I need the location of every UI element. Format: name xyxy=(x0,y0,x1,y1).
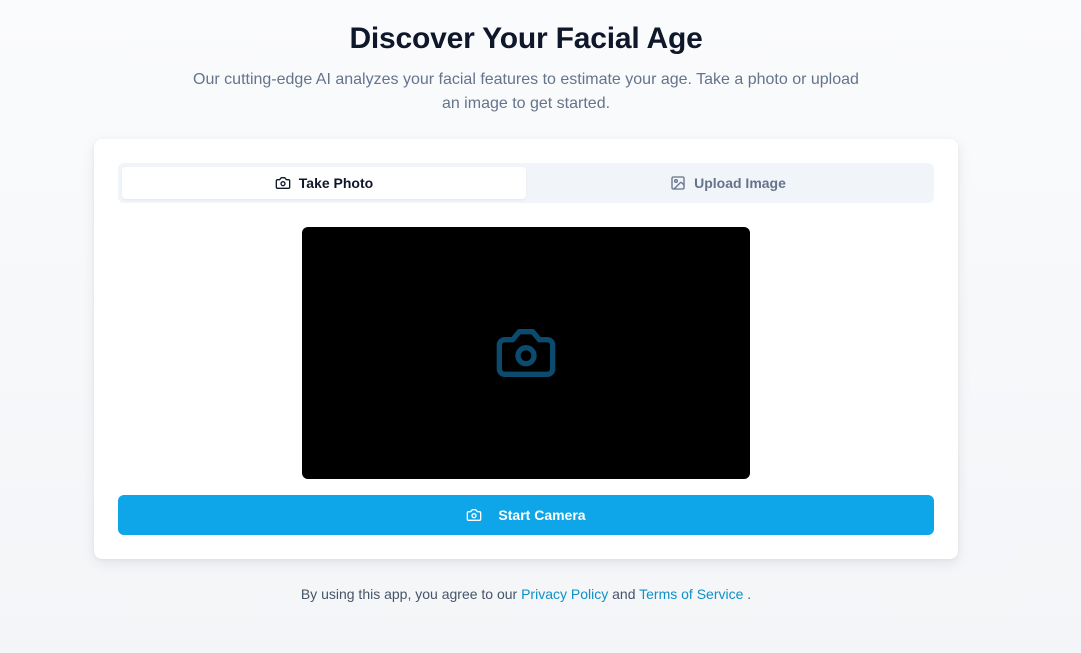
capture-card: Take Photo Upload Image Start Camera xyxy=(94,139,958,559)
camera-icon xyxy=(275,175,291,191)
camera-placeholder-icon xyxy=(494,321,558,385)
footer-suffix: . xyxy=(743,586,752,602)
tab-take-photo-label: Take Photo xyxy=(298,175,374,191)
camera-icon xyxy=(466,507,482,523)
tab-upload-image[interactable]: Upload Image xyxy=(526,167,930,199)
start-camera-button[interactable]: Start Camera xyxy=(118,495,934,535)
privacy-policy-link[interactable]: Privacy Policy xyxy=(521,586,608,602)
camera-preview xyxy=(302,227,750,479)
start-camera-label: Start Camera xyxy=(498,507,586,523)
mode-tabs: Take Photo Upload Image xyxy=(118,163,934,203)
footer-prefix: By using this app, you agree to our xyxy=(300,586,522,602)
image-icon xyxy=(670,175,686,191)
footer-and: and xyxy=(608,586,640,602)
page-title: Discover Your Facial Age xyxy=(349,22,703,55)
tab-upload-image-label: Upload Image xyxy=(694,175,786,191)
tab-take-photo[interactable]: Take Photo xyxy=(122,167,526,199)
legal-footer: By using this app, you agree to our Priv… xyxy=(0,584,1052,604)
terms-of-service-link[interactable]: Terms of Service xyxy=(639,586,743,602)
page-subtitle: Our cutting-edge AI analyzes your facial… xyxy=(193,71,859,112)
